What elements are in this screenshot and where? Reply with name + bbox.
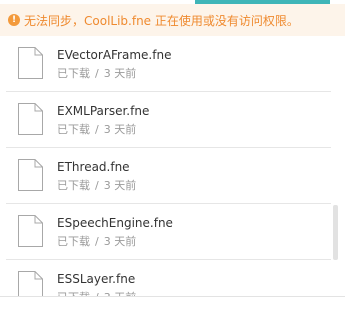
file-name: ESSLayer.fne [57,272,136,286]
file-status: 已下载 [57,67,90,80]
file-icon [18,103,43,135]
meta-separator: / [95,179,99,192]
file-status: 已下载 [57,179,90,192]
list-item[interactable]: EThread.fne 已下载 / 3 天前 [0,148,331,204]
sync-panel: ! 无法同步，CoolLib.fne 正在使用或没有访问权限。 EVectorA… [0,0,345,312]
file-name: EXMLParser.fne [57,104,150,118]
bottom-bar [0,296,345,312]
file-time: 3 天前 [103,123,137,136]
file-name: ESpeechEngine.fne [57,216,173,230]
file-icon [18,159,43,191]
sync-warning-banner: ! 无法同步，CoolLib.fne 正在使用或没有访问权限。 [0,4,345,36]
file-status: 已下载 [57,235,90,248]
file-time: 3 天前 [103,235,137,248]
file-meta: 已下载 / 3 天前 [57,121,136,137]
list-item[interactable]: EXMLParser.fne 已下载 / 3 天前 [0,92,331,148]
scrollbar-thumb[interactable] [333,205,338,260]
file-name: EVectorAFrame.fne [57,48,172,62]
list-item[interactable]: ESpeechEngine.fne 已下载 / 3 天前 [0,204,331,260]
file-meta: 已下载 / 3 天前 [57,65,136,81]
file-time: 3 天前 [103,179,137,192]
list-item[interactable]: EVectorAFrame.fne 已下载 / 3 天前 [0,36,331,92]
exclamation-icon: ! [8,14,20,26]
meta-separator: / [95,67,99,80]
file-meta: 已下载 / 3 天前 [57,177,136,193]
meta-separator: / [95,235,99,248]
file-status: 已下载 [57,123,90,136]
file-icon [18,215,43,247]
file-name: EThread.fne [57,160,130,174]
meta-separator: / [95,123,99,136]
file-icon [18,47,43,79]
warning-text: 无法同步，CoolLib.fne 正在使用或没有访问权限。 [24,13,299,28]
file-meta: 已下载 / 3 天前 [57,233,136,249]
file-time: 3 天前 [103,67,137,80]
